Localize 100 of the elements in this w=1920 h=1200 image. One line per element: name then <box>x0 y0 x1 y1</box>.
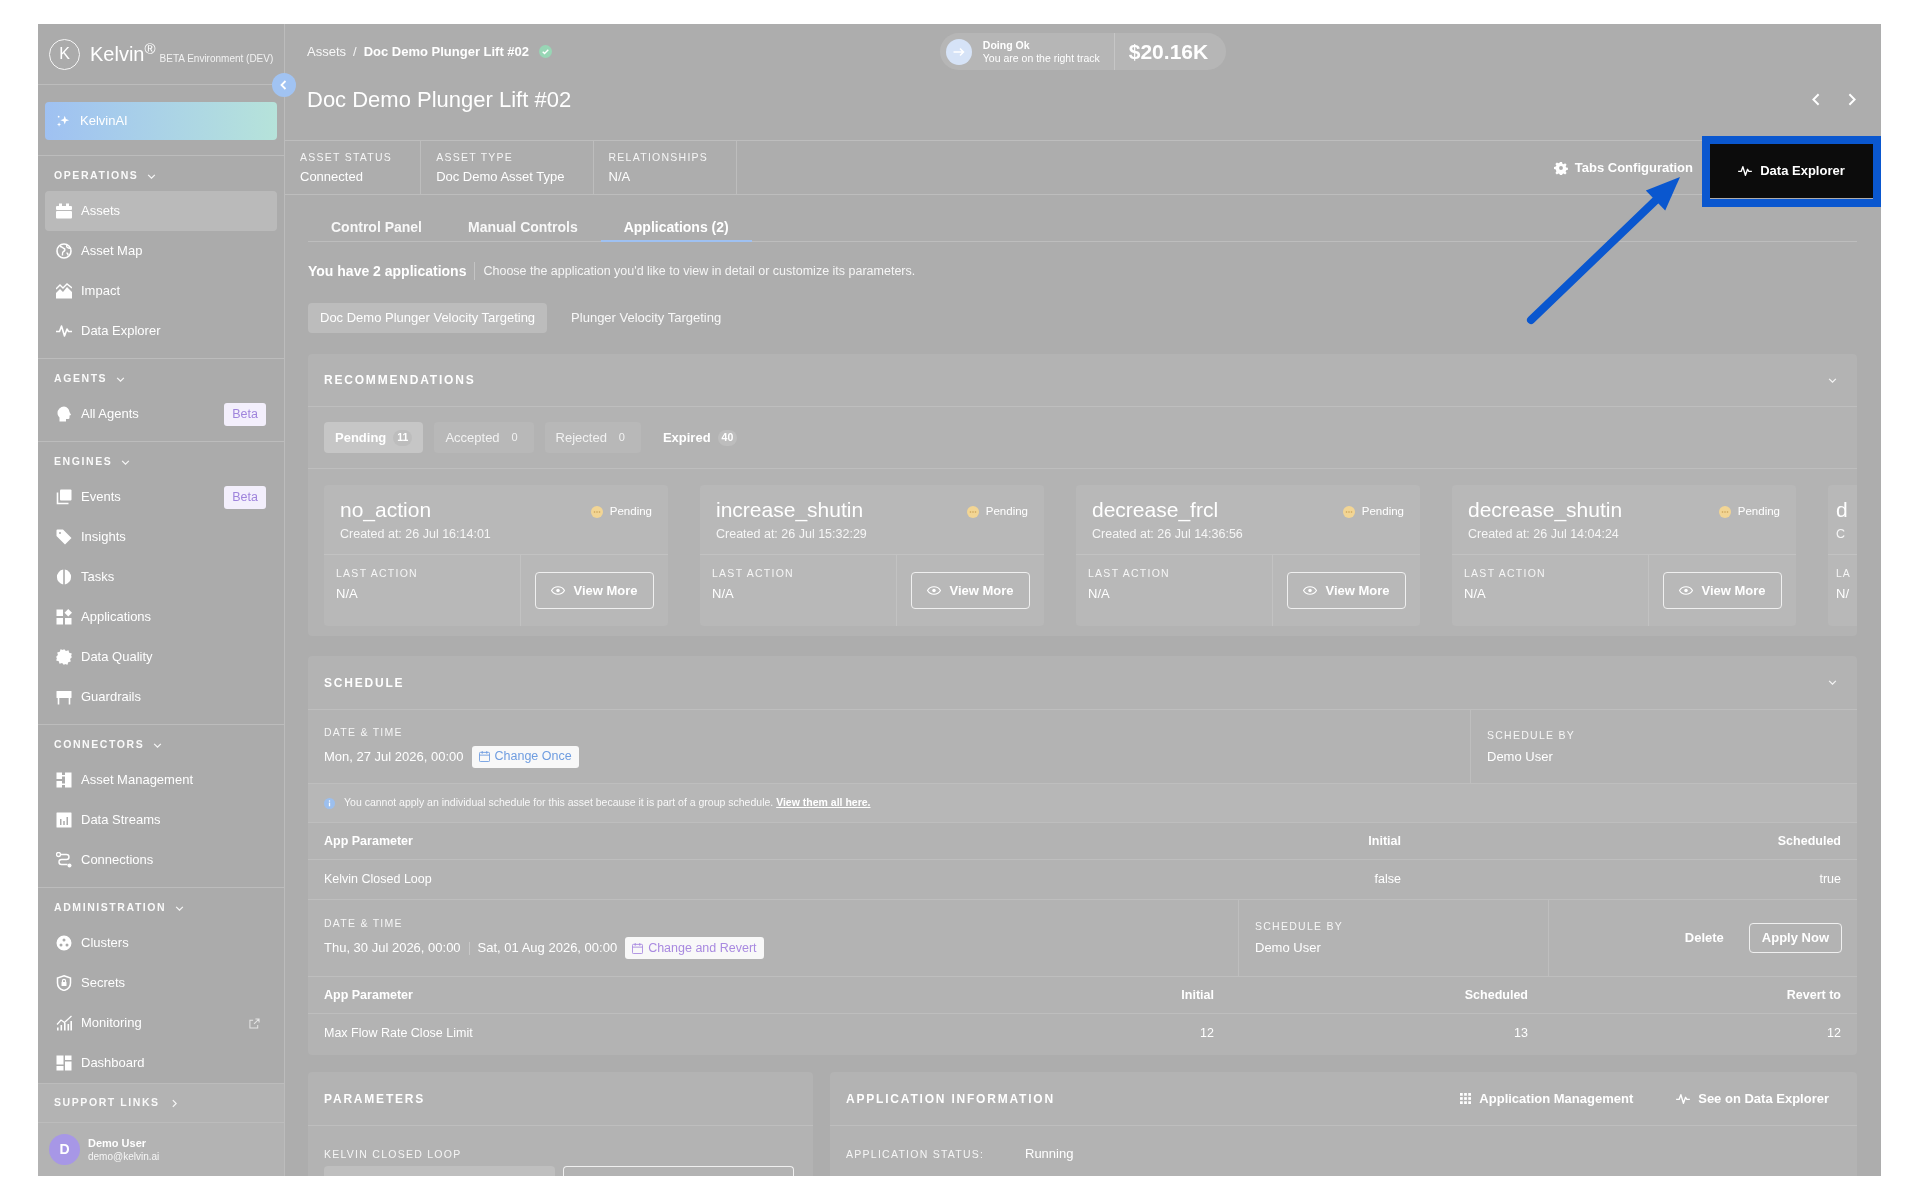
view-all-link[interactable]: View them all here. <box>776 796 871 809</box>
input-field[interactable] <box>324 1166 555 1176</box>
table-cell-text: Kelvin Closed Loop <box>324 871 433 889</box>
view-more-button[interactable]: View More <box>1663 572 1782 609</box>
breadcrumb-separator: / <box>353 42 357 61</box>
schedule-action-button[interactable]: Change Once <box>471 745 579 768</box>
created-at: Created at: 26 Jul 14:36:56 <box>1092 526 1243 542</box>
view-more-button[interactable]: View More <box>1287 572 1406 609</box>
sidebar-item[interactable]: Impact <box>45 271 277 311</box>
chevron-left-icon[interactable] <box>1812 92 1820 106</box>
status-subtitle: You are on the right track <box>982 51 1100 65</box>
sidebar-item[interactable]: Tasks <box>45 557 277 597</box>
sidebar-item[interactable]: Insights <box>45 517 277 557</box>
status-label: Pending <box>985 504 1028 519</box>
chevron-down-icon[interactable] <box>175 905 185 911</box>
sidebar-item[interactable]: Dashboard <box>45 1043 277 1083</box>
table-cell-text: false <box>1373 871 1401 889</box>
arrow-right-icon <box>945 38 972 65</box>
last-action-value: N/A <box>1088 586 1111 602</box>
beta-badge: Beta <box>224 485 266 509</box>
date-value: Sat, 01 Aug 2026, 00:00 <box>477 940 618 956</box>
barrier-icon <box>56 689 72 705</box>
chevron-down-icon[interactable] <box>1828 680 1837 685</box>
created-at: C <box>1836 526 1847 542</box>
chevron-right-icon[interactable] <box>171 1098 177 1108</box>
data-explorer-link[interactable]: See on Data Explorer <box>1676 1088 1829 1109</box>
notice-text: You cannot apply an individual schedule for this asset because it is part of a group schedule. View them all here. <box>344 795 871 811</box>
chevron-down-icon[interactable] <box>116 376 126 382</box>
application-management-link[interactable]: Application Management <box>1460 1088 1634 1109</box>
schedule-action-button[interactable]: Change and Revert <box>625 937 764 959</box>
route-icon <box>56 852 72 868</box>
shield-icon <box>56 975 72 991</box>
sidebar-item[interactable]: Events Beta <box>45 477 277 517</box>
recommendation-title: decrease_frcl <box>1092 497 1220 523</box>
sparkle-icon <box>56 114 70 128</box>
view-more-button[interactable]: View More <box>911 572 1030 609</box>
filter-tab[interactable]: Pending 11 <box>324 422 424 453</box>
created-at: Created at: 26 Jul 15:32:29 <box>716 526 867 542</box>
info-label: RELATIONSHIPS <box>608 150 709 164</box>
applications-summary: You have 2 applications <box>308 261 467 281</box>
bar-chart-icon <box>56 812 72 828</box>
last-action-label: LAST ACTION <box>336 567 419 580</box>
delete-button[interactable]: Delete <box>1684 928 1724 948</box>
count-badge: 11 <box>393 429 413 446</box>
beta-badge: Beta <box>224 402 266 426</box>
status-value: $20.16K <box>1128 38 1209 65</box>
input-field[interactable] <box>563 1166 794 1176</box>
trend-chart-icon <box>56 1015 72 1031</box>
sidebar-item[interactable]: Asset Map <box>45 231 277 271</box>
recommendation-title: increase_shutin <box>716 497 865 523</box>
status-title: Doing Ok <box>982 38 1031 52</box>
tab[interactable]: Applications (2) <box>600 214 752 242</box>
breadcrumb-link[interactable]: Assets <box>307 41 346 62</box>
ellipsis-circle-icon <box>966 505 979 518</box>
mountain-chart-icon <box>56 283 72 299</box>
sidebar-item[interactable]: Data Streams <box>45 800 277 840</box>
application-tab[interactable]: Doc Demo Plunger Velocity Targeting <box>308 303 548 333</box>
logo-wordmark: Kelvin$^{®}$ <box>90 42 156 66</box>
date-value: Thu, 30 Jul 2026, 00:00 <box>324 940 461 956</box>
chevron-down-icon[interactable] <box>121 459 131 465</box>
schedule-by-value: Demo User <box>1487 748 1554 765</box>
sidebar-item[interactable]: Applications <box>45 597 277 637</box>
last-action-label: LAST ACTION <box>1088 567 1171 580</box>
tab[interactable]: Control Panel <box>308 214 445 242</box>
globe-icon <box>56 243 72 259</box>
sidebar-item[interactable]: Connections <box>45 840 277 880</box>
chevron-down-icon[interactable] <box>147 173 157 179</box>
panel-title: PARAMETERS <box>324 1090 426 1108</box>
data-explorer-button[interactable]: Data Explorer <box>1710 143 1873 198</box>
sidebar-item[interactable]: Clusters <box>45 923 277 963</box>
pulse-icon <box>1738 164 1753 177</box>
chevron-left-icon[interactable] <box>272 73 296 97</box>
created-at: Created at: 26 Jul 14:04:24 <box>1468 526 1620 542</box>
filter-tab[interactable]: Expired 40 <box>651 422 749 453</box>
eye-icon <box>551 586 566 595</box>
view-more-button[interactable]: View More <box>535 572 654 609</box>
chevron-down-icon[interactable] <box>1828 377 1837 383</box>
kelvinai-button[interactable]: KelvinAI <box>45 102 277 140</box>
date-label: DATE & TIME <box>324 917 404 930</box>
connector-blocks-icon <box>56 772 72 788</box>
application-tab[interactable]: Plunger Velocity Targeting <box>559 303 734 333</box>
sidebar-item[interactable]: Data Explorer <box>45 311 277 351</box>
date-value: Mon, 27 Jul 2026, 00:00 <box>324 748 464 765</box>
sidebar-item[interactable]: All Agents Beta <box>45 394 277 434</box>
sidebar-item[interactable]: Monitoring <box>45 1003 277 1043</box>
schedule-by-label: SCHEDULE BY <box>1255 920 1344 933</box>
last-action-value: N/A <box>1464 586 1487 602</box>
sidebar-item[interactable]: Guardrails <box>45 677 277 717</box>
apply-now-button[interactable]: Apply Now <box>1748 923 1842 953</box>
status-label: Pending <box>609 504 652 519</box>
sidebar-item[interactable]: Secrets <box>45 963 277 1003</box>
chevron-down-icon[interactable] <box>153 742 163 748</box>
last-action-value: N/ <box>1836 586 1850 602</box>
sidebar-item[interactable]: Assets <box>45 191 277 231</box>
tab[interactable]: Manual Controls <box>445 214 601 242</box>
pulse-icon <box>56 323 72 339</box>
sidebar-item[interactable]: Data Quality <box>45 637 277 677</box>
tabs-configuration-button[interactable]: Tabs Configuration <box>1553 157 1693 178</box>
count-badge: 40 <box>717 429 738 446</box>
sidebar-item[interactable]: Asset Management <box>45 760 277 800</box>
